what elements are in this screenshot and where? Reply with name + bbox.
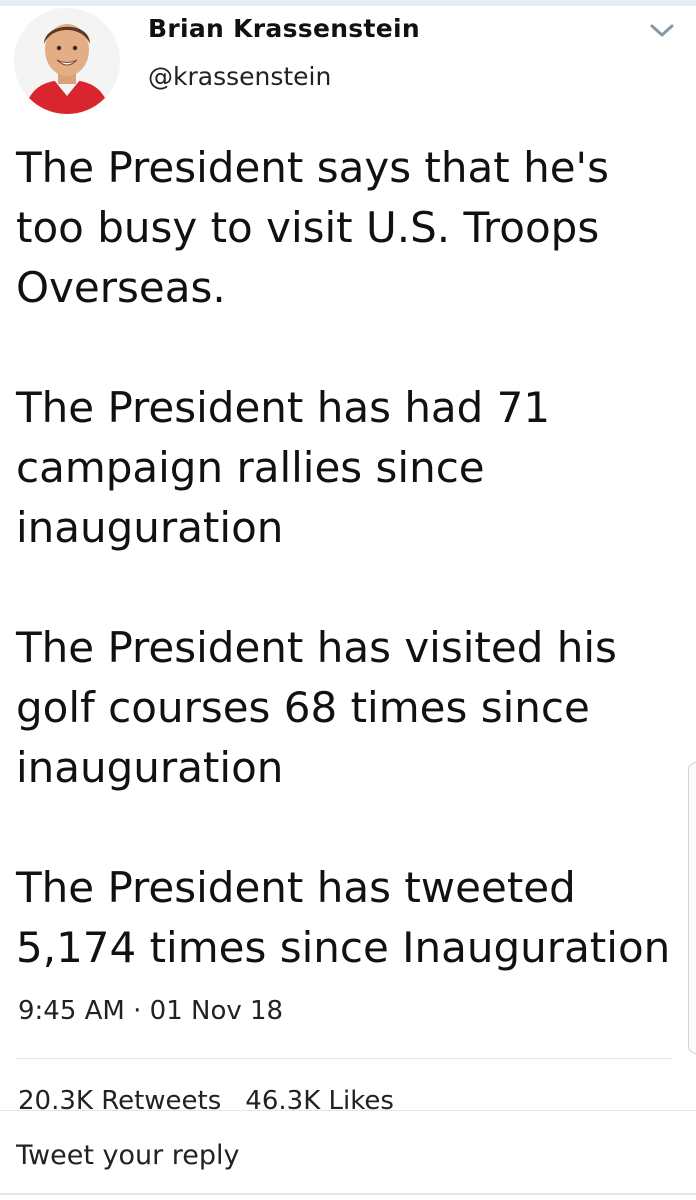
author-name[interactable]: Brian Krassenstein xyxy=(148,14,420,43)
tweet-text: The President says that he's too busy to… xyxy=(16,138,686,978)
reply-input[interactable] xyxy=(16,1133,666,1177)
tweet-detail-screen: Brian Krassenstein @krassenstein The Pre… xyxy=(0,0,696,1200)
scrollbar[interactable] xyxy=(688,762,696,1054)
tweet-paragraph: The President has had 71 campaign rallie… xyxy=(16,383,551,552)
reply-bar xyxy=(0,1110,696,1200)
reply-underline xyxy=(0,1193,696,1195)
tweet-paragraph: The President has visited his golf cours… xyxy=(16,623,617,792)
profile-photo-icon xyxy=(14,8,120,114)
tweet-paragraph: The President has tweeted 5,174 times si… xyxy=(16,863,671,972)
author-handle[interactable]: @krassenstein xyxy=(148,62,331,91)
retweets-count[interactable]: 20.3K Retweets xyxy=(18,1086,221,1110)
tweet-paragraph: The President says that he's too busy to… xyxy=(16,143,609,312)
top-border xyxy=(0,0,696,6)
likes-count[interactable]: 46.3K Likes xyxy=(245,1086,394,1110)
avatar[interactable] xyxy=(14,8,120,114)
tweet-timestamp[interactable]: 9:45 AM · 01 Nov 18 xyxy=(18,996,283,1026)
chevron-down-icon[interactable] xyxy=(648,20,676,40)
divider xyxy=(16,1058,672,1059)
tweet-stats: 20.3K Retweets 46.3K Likes xyxy=(18,1086,418,1110)
